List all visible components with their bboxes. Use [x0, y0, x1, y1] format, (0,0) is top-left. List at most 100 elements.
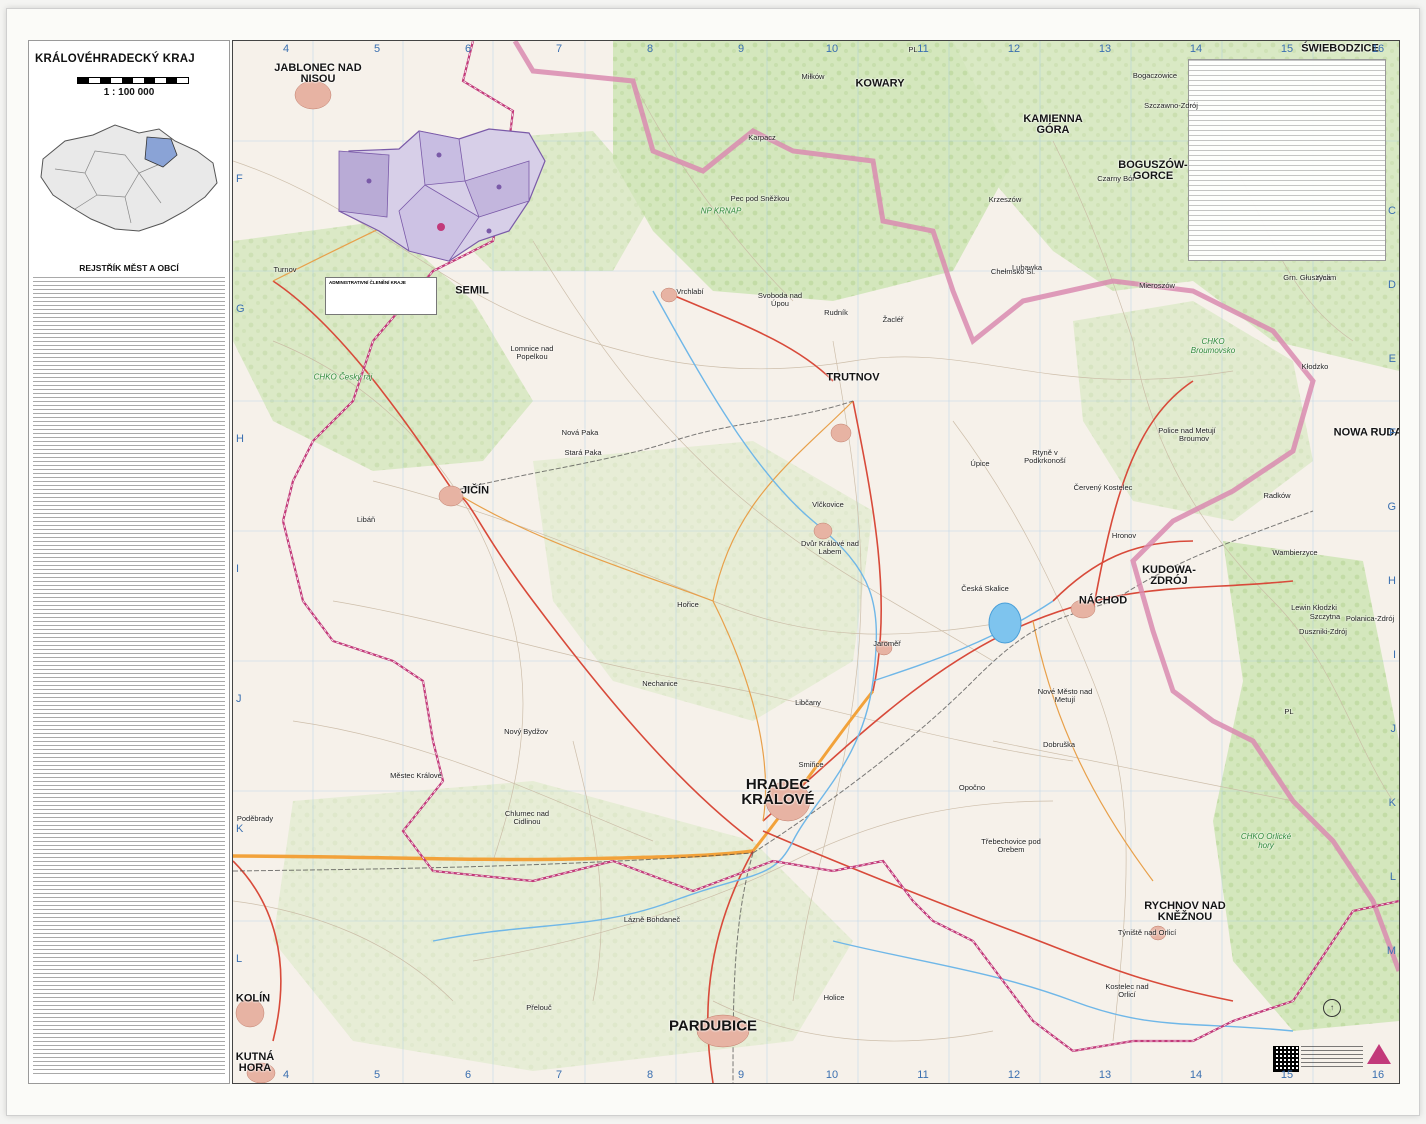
town-label: Grn. Głuszyca [1283, 273, 1331, 282]
town-label: Turnov [273, 265, 297, 274]
grid-ref-left: F [236, 173, 243, 185]
grid-ref-left: J [236, 693, 242, 705]
town-label: Městec Králové [390, 771, 442, 780]
town-label: Chełmsko Śl. [990, 267, 1036, 276]
city-label: JIČÍN [460, 484, 490, 497]
grid-ref-bottom: 10 [825, 1069, 839, 1081]
grid-ref-top: 6 [464, 43, 472, 55]
town-label: Stará Paka [564, 448, 602, 457]
town-label: Kłodzko [1301, 362, 1329, 371]
north-arrow-icon: ↑ [1323, 999, 1341, 1017]
publisher-logo-icon [1367, 1044, 1391, 1064]
town-label: Mieroszów [1139, 281, 1175, 290]
town-label: Smiřice [798, 760, 824, 769]
town-label: Týniště nad Orlicí [1117, 928, 1177, 937]
city-label: KUDOWA-ZDRÓJ [1142, 564, 1196, 587]
city-label: SEMIL [455, 284, 489, 297]
town-label: Lázně Bohdaneč [623, 915, 681, 924]
index-title: REJSTŘÍK MĚST A OBCÍ [79, 263, 179, 273]
town-label: Vlčkovice [812, 500, 844, 509]
grid-ref-left: G [236, 303, 245, 315]
grid-ref-top: 4 [282, 43, 290, 55]
town-label: Libáň [356, 515, 376, 524]
city-label: JABLONEC NAD NISOU [274, 62, 362, 85]
town-label: Nová Paka [561, 428, 599, 437]
town-label: Kostelec nad Orlicí [1105, 982, 1149, 999]
grid-ref-top: 13 [1098, 43, 1112, 55]
grid-ref-top: 11 [917, 43, 929, 55]
town-label: Miłków [801, 72, 825, 81]
town-label: Broumov [1178, 434, 1209, 443]
grid-ref-right: F [1389, 427, 1396, 439]
grid-ref-bottom: 13 [1098, 1069, 1112, 1081]
city-label: KUTNÁ HORA [235, 1051, 275, 1074]
town-label: Radków [1263, 491, 1291, 500]
town-label: Dobruška [1042, 740, 1076, 749]
park-label: CHKO Broumovsko [1190, 337, 1236, 355]
town-label: Rudník [824, 308, 848, 317]
scale-bar [77, 77, 189, 84]
town-label: Vrchlabí [676, 287, 704, 296]
town-label: Bogaczowice [1132, 71, 1178, 80]
country-label: PL [1284, 707, 1294, 716]
grid-ref-bottom: 5 [373, 1069, 381, 1081]
grid-ref-top: 8 [646, 43, 654, 55]
grid-ref-left: I [236, 563, 240, 575]
city-label: KOWARY [855, 77, 905, 90]
park-label: CHKO Český ráj [313, 372, 373, 382]
town-label: Svoboda nad Úpou [757, 291, 803, 308]
park-label: CHKO Orlické hory [1240, 832, 1292, 850]
town-label: Česká Skalice [961, 584, 1009, 593]
main-map[interactable]: ADMINISTRATIVNÍ ČLENĚNÍ KRAJE ↑ HRADEC K… [232, 40, 1400, 1084]
city-label: PARDUBICE [668, 1017, 758, 1035]
town-label: Nechanice [642, 679, 678, 688]
index-list [33, 277, 225, 1077]
city-label: KOLÍN [235, 992, 271, 1005]
town-label: Jaroměř [873, 639, 901, 648]
town-label: Duszniki-Zdrój [1299, 627, 1347, 636]
admin-division-box: ADMINISTRATIVNÍ ČLENĚNÍ KRAJE [325, 277, 437, 315]
city-label: NÁCHOD [1078, 594, 1128, 607]
grid-ref-right: C [1388, 205, 1396, 217]
city-label: TRUTNOV [826, 371, 880, 384]
grid-ref-top: 10 [825, 43, 839, 55]
town-label: Žacléř [882, 315, 904, 324]
map-sidebar: KRÁLOVÉHRADECKÝ KRAJ 1 : 100 000 REJSTŘÍ… [28, 40, 230, 1084]
town-label: Nový Bydžov [504, 727, 548, 736]
grid-ref-right: J [1390, 723, 1397, 735]
grid-ref-top: 14 [1189, 43, 1203, 55]
city-label: HRADEC KRÁLOVÉ [741, 776, 815, 808]
town-label: Hořice [677, 600, 699, 609]
czech-republic-inset [40, 124, 218, 232]
grid-ref-bottom: 7 [555, 1069, 563, 1081]
town-label: Chlumec nad Cidlinou [504, 809, 550, 826]
town-label: Krzeszów [988, 195, 1022, 204]
town-label: Lomnice nad Popelkou [510, 344, 554, 361]
town-label: Dvůr Králové nad Labem [801, 539, 859, 556]
grid-ref-right: M [1386, 945, 1396, 957]
town-label: Poděbrady [236, 814, 274, 823]
town-label: Police nad Metují [1158, 426, 1216, 435]
grid-ref-bottom: 12 [1007, 1069, 1021, 1081]
town-label: Rtyně v Podkrkonoší [1024, 448, 1066, 465]
grid-ref-right: L [1389, 871, 1396, 883]
grid-ref-left: K [236, 823, 244, 835]
map-legend [1188, 59, 1386, 261]
town-label: Pec pod Sněžkou [730, 194, 790, 203]
city-label: ŚWIEBODZICE [1301, 42, 1379, 55]
grid-ref-top: 12 [1007, 43, 1021, 55]
park-label: NP KRNAP [700, 206, 742, 216]
grid-ref-bottom: 15 [1280, 1069, 1294, 1081]
grid-ref-top: 15 [1280, 43, 1294, 55]
country-label: PL [908, 45, 918, 54]
grid-ref-right: G [1387, 501, 1396, 513]
town-label: Wambierzyce [1272, 548, 1318, 557]
map-scale: 1 : 100 000 [103, 87, 155, 98]
map-title: KRÁLOVÉHRADECKÝ KRAJ [35, 53, 195, 65]
grid-ref-right: E [1388, 353, 1396, 365]
town-label: Úpice [970, 459, 990, 468]
publisher-info [1301, 1046, 1363, 1070]
grid-ref-left: H [236, 433, 244, 445]
grid-ref-right: H [1388, 575, 1396, 587]
town-label: Opočno [958, 783, 986, 792]
